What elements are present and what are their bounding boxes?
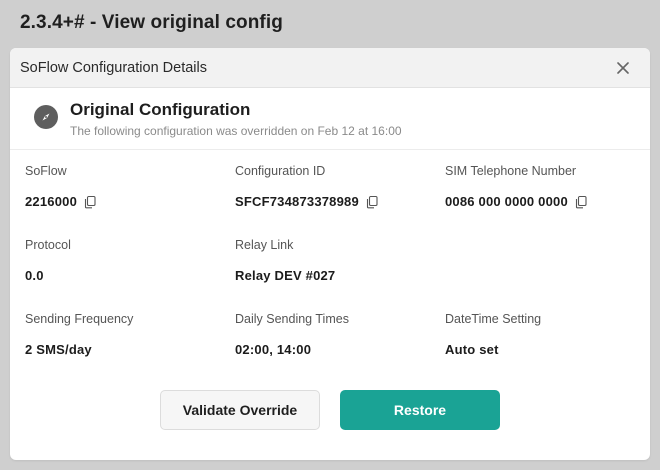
field-value: Auto set: [445, 342, 499, 357]
modal-header: SoFlow Configuration Details: [10, 48, 650, 88]
section-subtitle: The following configuration was overridd…: [70, 123, 402, 138]
field-value: 0086 000 0000 0000: [445, 194, 568, 209]
modal-title: SoFlow Configuration Details: [20, 59, 207, 76]
field-value: 2216000: [25, 194, 78, 209]
field-value: 02:00, 14:00: [235, 342, 312, 357]
config-fields: SoFlow 2216000 Configuration ID SFCF7348…: [10, 150, 650, 372]
field-daily-sending-times: Daily Sending Times 02:00, 14:00: [235, 298, 445, 372]
field-empty: [445, 224, 650, 298]
field-value: SFCF734873378989: [235, 194, 359, 209]
restore-button[interactable]: Restore: [340, 390, 500, 430]
section-title: Original Configuration: [70, 99, 251, 119]
field-label: SIM Telephone Number: [445, 164, 577, 178]
field-label: Daily Sending Times: [235, 312, 349, 326]
field-value: Relay DEV #027: [235, 268, 336, 283]
field-soflow: SoFlow 2216000: [25, 150, 235, 224]
field-configuration-id: Configuration ID SFCF734873378989: [235, 150, 445, 224]
config-details-modal: SoFlow Configuration Details Original Co…: [10, 48, 650, 460]
field-label: DateTime Setting: [445, 312, 542, 326]
field-value: 0.0: [25, 268, 44, 283]
field-value: 2 SMS/day: [25, 342, 92, 357]
close-icon[interactable]: [612, 57, 634, 79]
field-sending-frequency: Sending Frequency 2 SMS/day: [25, 298, 235, 372]
validate-override-button[interactable]: Validate Override: [160, 390, 320, 430]
field-label: Relay Link: [235, 238, 294, 252]
field-label: Protocol: [25, 238, 71, 252]
copy-icon[interactable]: [574, 195, 588, 209]
field-label: SoFlow: [25, 164, 67, 178]
copy-icon[interactable]: [83, 195, 97, 209]
field-datetime-setting: DateTime Setting Auto set: [445, 298, 650, 372]
modal-actions: Validate Override Restore: [10, 390, 650, 430]
field-label: Configuration ID: [235, 164, 326, 178]
compass-icon: [34, 104, 58, 129]
page-title: 2.3.4+# - View original config: [20, 12, 283, 33]
field-sim-telephone-number: SIM Telephone Number 0086 000 0000 0000: [445, 150, 650, 224]
field-protocol: Protocol 0.0: [25, 224, 235, 298]
field-label: Sending Frequency: [25, 312, 134, 326]
section-header: Original Configuration The following con…: [10, 88, 650, 150]
field-relay-link: Relay Link Relay DEV #027: [235, 224, 445, 298]
copy-icon[interactable]: [365, 195, 379, 209]
